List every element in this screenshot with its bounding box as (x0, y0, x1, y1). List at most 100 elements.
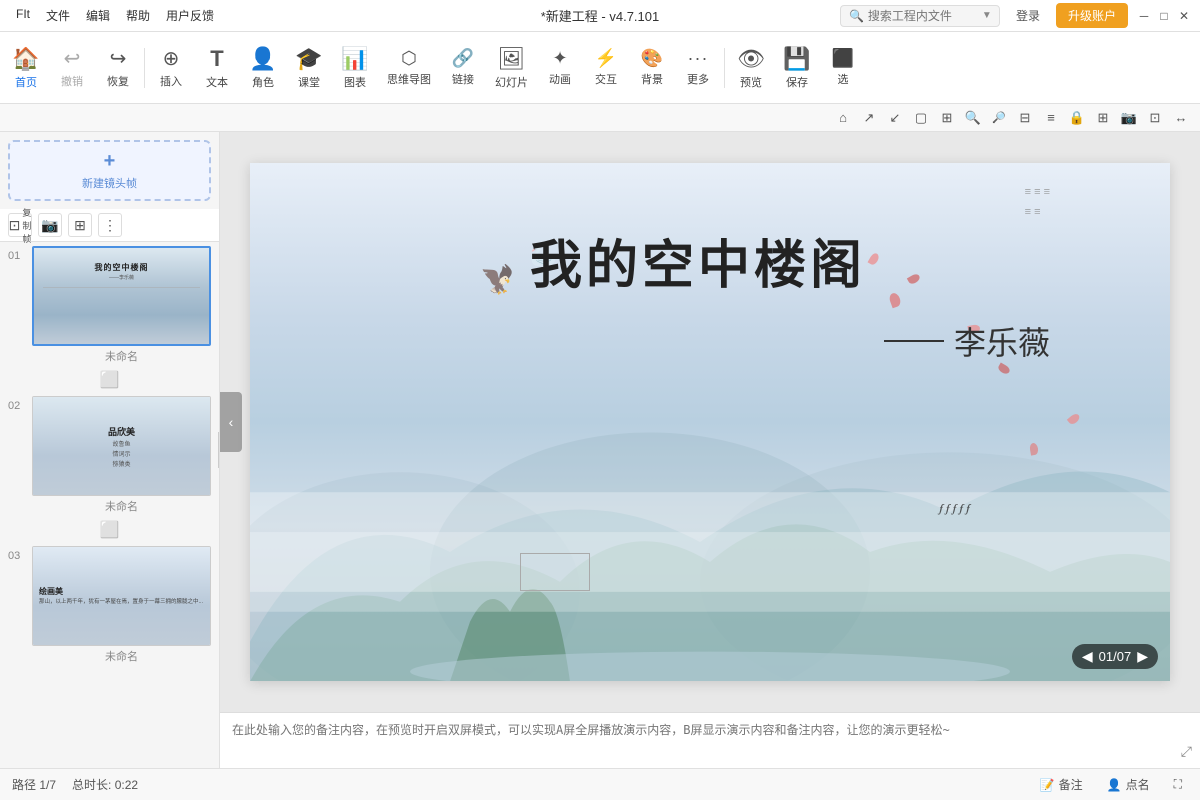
icon-box-btn[interactable]: ⊡ (1144, 107, 1166, 129)
menu-bar: FIt 文件 编辑 帮助 用户反馈 (8, 3, 222, 28)
slide-thumb-wrap-1: 我的空中楼阁 ——李乐薇 未命名 (32, 246, 211, 364)
notes-expand-btn[interactable]: ⤢ (1181, 743, 1192, 760)
interact-icon: ⚡ (595, 48, 617, 69)
search-input[interactable] (868, 9, 978, 23)
icon-grid-btn[interactable]: ⊞ (936, 107, 958, 129)
login-button[interactable]: 登录 (1008, 3, 1048, 28)
slide-label-3: 未命名 (32, 648, 211, 664)
icon-home-btn[interactable]: ⌂ (832, 107, 854, 129)
copy-frame-btn[interactable]: ⊡ 复制帧 (8, 213, 32, 237)
counter-text: 01/07 (1099, 649, 1132, 664)
tool-link[interactable]: 🔗 链接 (441, 44, 485, 91)
tool-interact[interactable]: ⚡ 交互 (584, 44, 628, 91)
icon-lock-btn[interactable]: 🔒 (1066, 107, 1088, 129)
counter-next[interactable]: ▶ (1137, 648, 1148, 665)
icon-resize-btn[interactable]: ↔ (1170, 107, 1192, 129)
icon-toolbar: ⌂ ↗ ↙ ▢ ⊞ 🔍 🔎 ⊟ ≡ 🔒 ⊞ 📷 ⊡ ↔ (0, 104, 1200, 132)
tool-class[interactable]: 🎓 课堂 (287, 42, 331, 94)
fit-btn[interactable]: ⊞ (68, 213, 92, 237)
icon-arrow-sw[interactable]: ↙ (884, 107, 906, 129)
notes-label: 备注 (1059, 776, 1083, 793)
minimize-button[interactable]: ─ (1136, 8, 1152, 24)
slide-item-2[interactable]: 02 品欣美 故鲁鱼 情词示 猕猿类 未命名 (0, 392, 219, 518)
search-box[interactable]: 🔍 ▼ (840, 5, 1000, 27)
maximize-button[interactable]: □ (1156, 8, 1172, 24)
canvas-wrapper: ‹ (220, 132, 1200, 712)
author-text: 李乐薇 (954, 318, 1050, 364)
fullscreen-btn[interactable]: ⛶ (1168, 775, 1188, 794)
link-icon: 🔗 (452, 48, 474, 69)
icon-arrow-ne[interactable]: ↗ (858, 107, 880, 129)
home-icon: 🏠 (12, 46, 39, 72)
callout-icon: 👤 (1107, 778, 1122, 792)
slide-thumb-wrap-3: 绘画美 那山，以上两千年，犹有一茅屋在焉，置身于一幕三拥的朦胧之中... 未命名 (32, 546, 211, 664)
slides-label: 幻灯片 (495, 74, 528, 90)
tool-bg[interactable]: 🎨 背景 (630, 44, 674, 91)
icon-align-btn[interactable]: ≡ (1040, 107, 1062, 129)
menu-edit[interactable]: 编辑 (78, 3, 118, 28)
callout-btn[interactable]: 👤 点名 (1101, 774, 1156, 795)
icon-frame-btn[interactable]: ▢ (910, 107, 932, 129)
toolbar-sep-1 (144, 48, 145, 88)
upgrade-button[interactable]: 升级账户 (1056, 3, 1128, 28)
tool-slides[interactable]: 🖼 幻灯片 (487, 42, 536, 94)
slide-placeholder-2: ⬜ (0, 518, 219, 542)
slide-thumb-2: 品欣美 故鲁鱼 情词示 猕猿类 (32, 396, 211, 496)
tool-select[interactable]: ⬛ 选 (821, 44, 865, 91)
tool-mindmap[interactable]: ⬡ 思维导图 (379, 44, 439, 91)
slide-canvas[interactable]: 🦅 🦢 𝆑 𝆑 𝆑 𝆑 𝆑 (250, 163, 1170, 681)
camera-btn[interactable]: 📷 (38, 213, 62, 237)
bg-icon: 🎨 (641, 48, 663, 69)
tool-undo[interactable]: ↩ 撤销 (50, 42, 94, 93)
icon-grid2-btn[interactable]: ⊞ (1092, 107, 1114, 129)
icon-camera-btn[interactable]: 📷 (1118, 107, 1140, 129)
tool-role[interactable]: 👤 角色 (241, 42, 285, 94)
redo-icon: ↪ (110, 46, 127, 71)
slide-item-3[interactable]: 03 绘画美 那山，以上两千年，犹有一茅屋在焉，置身于一幕三拥的朦胧之中... … (0, 542, 219, 668)
search-dropdown-icon[interactable]: ▼ (982, 10, 992, 21)
toolbar-sep-2 (724, 48, 725, 88)
class-icon: 🎓 (295, 46, 322, 72)
thumb-sub-1: ——李乐薇 (109, 274, 134, 281)
copy-label: 复制帧 (22, 206, 31, 245)
birds-flock: 𝆑 𝆑 𝆑 𝆑 𝆑 (939, 503, 970, 516)
menu-help[interactable]: 帮助 (118, 3, 158, 28)
menu-feedback[interactable]: 用户反馈 (158, 3, 222, 28)
more-tools-icon: ⋮ (103, 217, 117, 234)
new-frame-label: 新建镜头帧 (82, 175, 137, 191)
crane-icon: 🦅 (480, 263, 515, 296)
menu-fit[interactable]: FIt (8, 3, 38, 28)
window-title: *新建工程 - v4.7.101 (541, 6, 660, 25)
placeholder-icon-2: ⬜ (100, 520, 120, 540)
tool-save[interactable]: 💾 保存 (775, 42, 819, 94)
close-button[interactable]: ✕ (1176, 8, 1192, 24)
titlebar: FIt 文件 编辑 帮助 用户反馈 *新建工程 - v4.7.101 🔍 ▼ 登… (0, 0, 1200, 32)
slide-author[interactable]: 李乐薇 (884, 318, 1050, 364)
menu-file[interactable]: 文件 (38, 3, 78, 28)
more-tools-btn[interactable]: ⋮ (98, 213, 122, 237)
tool-preview[interactable]: 👁 预览 (729, 42, 773, 94)
slide-title[interactable]: 我的空中楼阁 (530, 223, 866, 298)
tool-more[interactable]: ··· 更多 (676, 44, 720, 91)
tool-chart[interactable]: 📊 图表 (333, 42, 377, 94)
notes-btn[interactable]: 📝 备注 (1034, 774, 1089, 795)
callout-label: 点名 (1126, 776, 1150, 793)
tool-home[interactable]: 🏠 首页 (4, 42, 48, 94)
tool-animation[interactable]: ✦ 动画 (538, 44, 582, 91)
tool-text[interactable]: T 文本 (195, 42, 239, 94)
slide-list: 01 我的空中楼阁 ——李乐薇 未命名 (0, 242, 219, 768)
tool-redo[interactable]: ↪ 恢复 (96, 42, 140, 93)
icon-zoom-in[interactable]: 🔍 (962, 107, 984, 129)
statusbar-right: 📝 备注 👤 点名 ⛶ (1034, 774, 1188, 795)
counter-prev[interactable]: ◀ (1082, 648, 1093, 665)
new-frame-button[interactable]: + 新建镜头帧 (8, 140, 211, 201)
icon-minus-btn[interactable]: ⊟ (1014, 107, 1036, 129)
notes-input[interactable] (232, 721, 1188, 760)
titlebar-right: 🔍 ▼ 登录 升级账户 ─ □ ✕ (840, 3, 1192, 28)
tool-insert[interactable]: ⊕ 插入 (149, 42, 193, 93)
plus-icon: + (104, 150, 116, 173)
icon-zoom-out[interactable]: 🔎 (988, 107, 1010, 129)
nav-collapse-arrow[interactable]: ‹ (220, 392, 242, 452)
preview-icon: 👁 (737, 46, 765, 72)
slide-item-1[interactable]: 01 我的空中楼阁 ——李乐薇 未命名 (0, 242, 219, 368)
